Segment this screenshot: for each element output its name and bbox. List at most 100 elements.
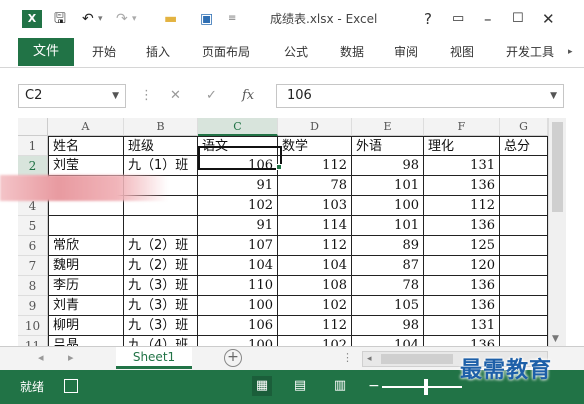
- cell-b9[interactable]: 九（3）班: [124, 296, 198, 316]
- cell-e9[interactable]: 105: [352, 296, 424, 316]
- cell-a7[interactable]: 魏明: [48, 256, 124, 276]
- sheet-tab-sheet1[interactable]: Sheet1: [116, 347, 192, 369]
- fill-handle[interactable]: [276, 164, 282, 170]
- cell-f10[interactable]: 131: [424, 316, 500, 336]
- help-icon[interactable]: ?: [424, 10, 432, 28]
- page-layout-icon[interactable]: ▤: [290, 376, 310, 396]
- redo-icon[interactable]: ↷: [116, 9, 128, 29]
- tab-home[interactable]: 开始: [92, 38, 116, 66]
- tab-review[interactable]: 审阅: [394, 38, 418, 66]
- macro-record-icon[interactable]: [64, 379, 78, 393]
- cell-c7[interactable]: 104: [198, 256, 278, 276]
- cell-b11[interactable]: 九（4）班: [124, 336, 198, 346]
- save-as-icon[interactable]: ▣: [200, 9, 213, 29]
- cell-d8[interactable]: 108: [278, 276, 352, 296]
- cell-f3[interactable]: 136: [424, 176, 500, 196]
- tab-data[interactable]: 数据: [340, 38, 364, 66]
- close-icon[interactable]: ✕: [542, 10, 555, 28]
- cell-b7[interactable]: 九（2）班: [124, 256, 198, 276]
- ribbon-scroll-right-icon[interactable]: ▸: [568, 38, 573, 66]
- cell-g8[interactable]: [500, 276, 548, 296]
- redo-dropdown-icon[interactable]: ▾: [132, 9, 137, 29]
- cell-g1[interactable]: 总分: [500, 136, 548, 156]
- row-header-8[interactable]: 8: [18, 276, 48, 296]
- column-header-d[interactable]: D: [278, 118, 352, 136]
- zoom-slider-thumb[interactable]: [424, 379, 428, 395]
- row-header-2[interactable]: 2: [18, 156, 48, 176]
- vertical-scroll-thumb[interactable]: [552, 122, 563, 212]
- cell-c11[interactable]: 100: [198, 336, 278, 346]
- open-icon[interactable]: ▬: [164, 9, 177, 29]
- cell-a8[interactable]: 李历: [48, 276, 124, 296]
- undo-icon[interactable]: ↶: [82, 9, 94, 29]
- cell-b8[interactable]: 九（3）班: [124, 276, 198, 296]
- cell-c9[interactable]: 100: [198, 296, 278, 316]
- cell-d5[interactable]: 114: [278, 216, 352, 236]
- cell-e5[interactable]: 101: [352, 216, 424, 236]
- cell-e4[interactable]: 100: [352, 196, 424, 216]
- scroll-left-icon[interactable]: ◂: [367, 352, 372, 366]
- cell-c4[interactable]: 102: [198, 196, 278, 216]
- cell-d4[interactable]: 103: [278, 196, 352, 216]
- cell-d9[interactable]: 102: [278, 296, 352, 316]
- row-header-6[interactable]: 6: [18, 236, 48, 256]
- maximize-icon[interactable]: ☐: [512, 10, 524, 28]
- tab-insert[interactable]: 插入: [146, 38, 170, 66]
- row-header-5[interactable]: 5: [18, 216, 48, 236]
- cell-f6[interactable]: 125: [424, 236, 500, 256]
- scroll-down-icon[interactable]: ▼: [552, 334, 559, 344]
- column-header-f[interactable]: F: [424, 118, 500, 136]
- tab-page-layout[interactable]: 页面布局: [202, 38, 250, 66]
- tab-view[interactable]: 视图: [450, 38, 474, 66]
- add-sheet-button[interactable]: +: [224, 349, 242, 367]
- cell-g4[interactable]: [500, 196, 548, 216]
- row-header-1[interactable]: 1: [18, 136, 48, 156]
- cell-f9[interactable]: 136: [424, 296, 500, 316]
- cell-e8[interactable]: 78: [352, 276, 424, 296]
- cancel-icon[interactable]: ✕: [170, 88, 181, 103]
- cell-f5[interactable]: 136: [424, 216, 500, 236]
- chevron-down-icon[interactable]: ▼: [112, 85, 119, 107]
- cell-f2[interactable]: 131: [424, 156, 500, 176]
- cell-c2[interactable]: 106: [198, 156, 278, 176]
- cell-d1[interactable]: 数学: [278, 136, 352, 156]
- enter-icon[interactable]: ✓: [206, 88, 217, 103]
- row-header-10[interactable]: 10: [18, 316, 48, 336]
- customize-qat-icon[interactable]: ≡: [228, 9, 236, 29]
- cell-g2[interactable]: [500, 156, 548, 176]
- page-break-icon[interactable]: ▥: [330, 376, 350, 396]
- cell-e6[interactable]: 89: [352, 236, 424, 256]
- cell-d2[interactable]: 112: [278, 156, 352, 176]
- cell-c10[interactable]: 106: [198, 316, 278, 336]
- column-header-e[interactable]: E: [352, 118, 424, 136]
- cell-c6[interactable]: 107: [198, 236, 278, 256]
- cell-d3[interactable]: 78: [278, 176, 352, 196]
- minimize-icon[interactable]: –: [484, 10, 492, 28]
- name-box[interactable]: C2 ▼: [18, 84, 126, 108]
- cell-a11[interactable]: 吕晶: [48, 336, 124, 346]
- cell-c1[interactable]: 语文: [198, 136, 278, 156]
- expand-formula-icon[interactable]: ▼: [550, 85, 557, 107]
- row-header-11[interactable]: 11: [18, 336, 48, 346]
- tab-formulas[interactable]: 公式: [284, 38, 308, 66]
- cell-a6[interactable]: 常欣: [48, 236, 124, 256]
- cell-g6[interactable]: [500, 236, 548, 256]
- cell-a2[interactable]: 刘莹: [48, 156, 124, 176]
- cell-d11[interactable]: 102: [278, 336, 352, 346]
- cell-e2[interactable]: 98: [352, 156, 424, 176]
- column-header-a[interactable]: A: [48, 118, 124, 136]
- column-header-c[interactable]: C: [198, 118, 278, 136]
- cell-g9[interactable]: [500, 296, 548, 316]
- cell-a1[interactable]: 姓名: [48, 136, 124, 156]
- cell-g7[interactable]: [500, 256, 548, 276]
- cell-a9[interactable]: 刘青: [48, 296, 124, 316]
- cell-e10[interactable]: 98: [352, 316, 424, 336]
- cell-b2[interactable]: 九（1）班: [124, 156, 198, 176]
- cell-d7[interactable]: 104: [278, 256, 352, 276]
- row-header-7[interactable]: 7: [18, 256, 48, 276]
- horizontal-scroll-thumb[interactable]: [381, 354, 453, 364]
- next-sheet-icon[interactable]: ▸: [68, 351, 74, 364]
- cell-f11[interactable]: 136: [424, 336, 500, 346]
- cell-a10[interactable]: 柳明: [48, 316, 124, 336]
- ribbon-display-icon[interactable]: ▭: [452, 10, 464, 28]
